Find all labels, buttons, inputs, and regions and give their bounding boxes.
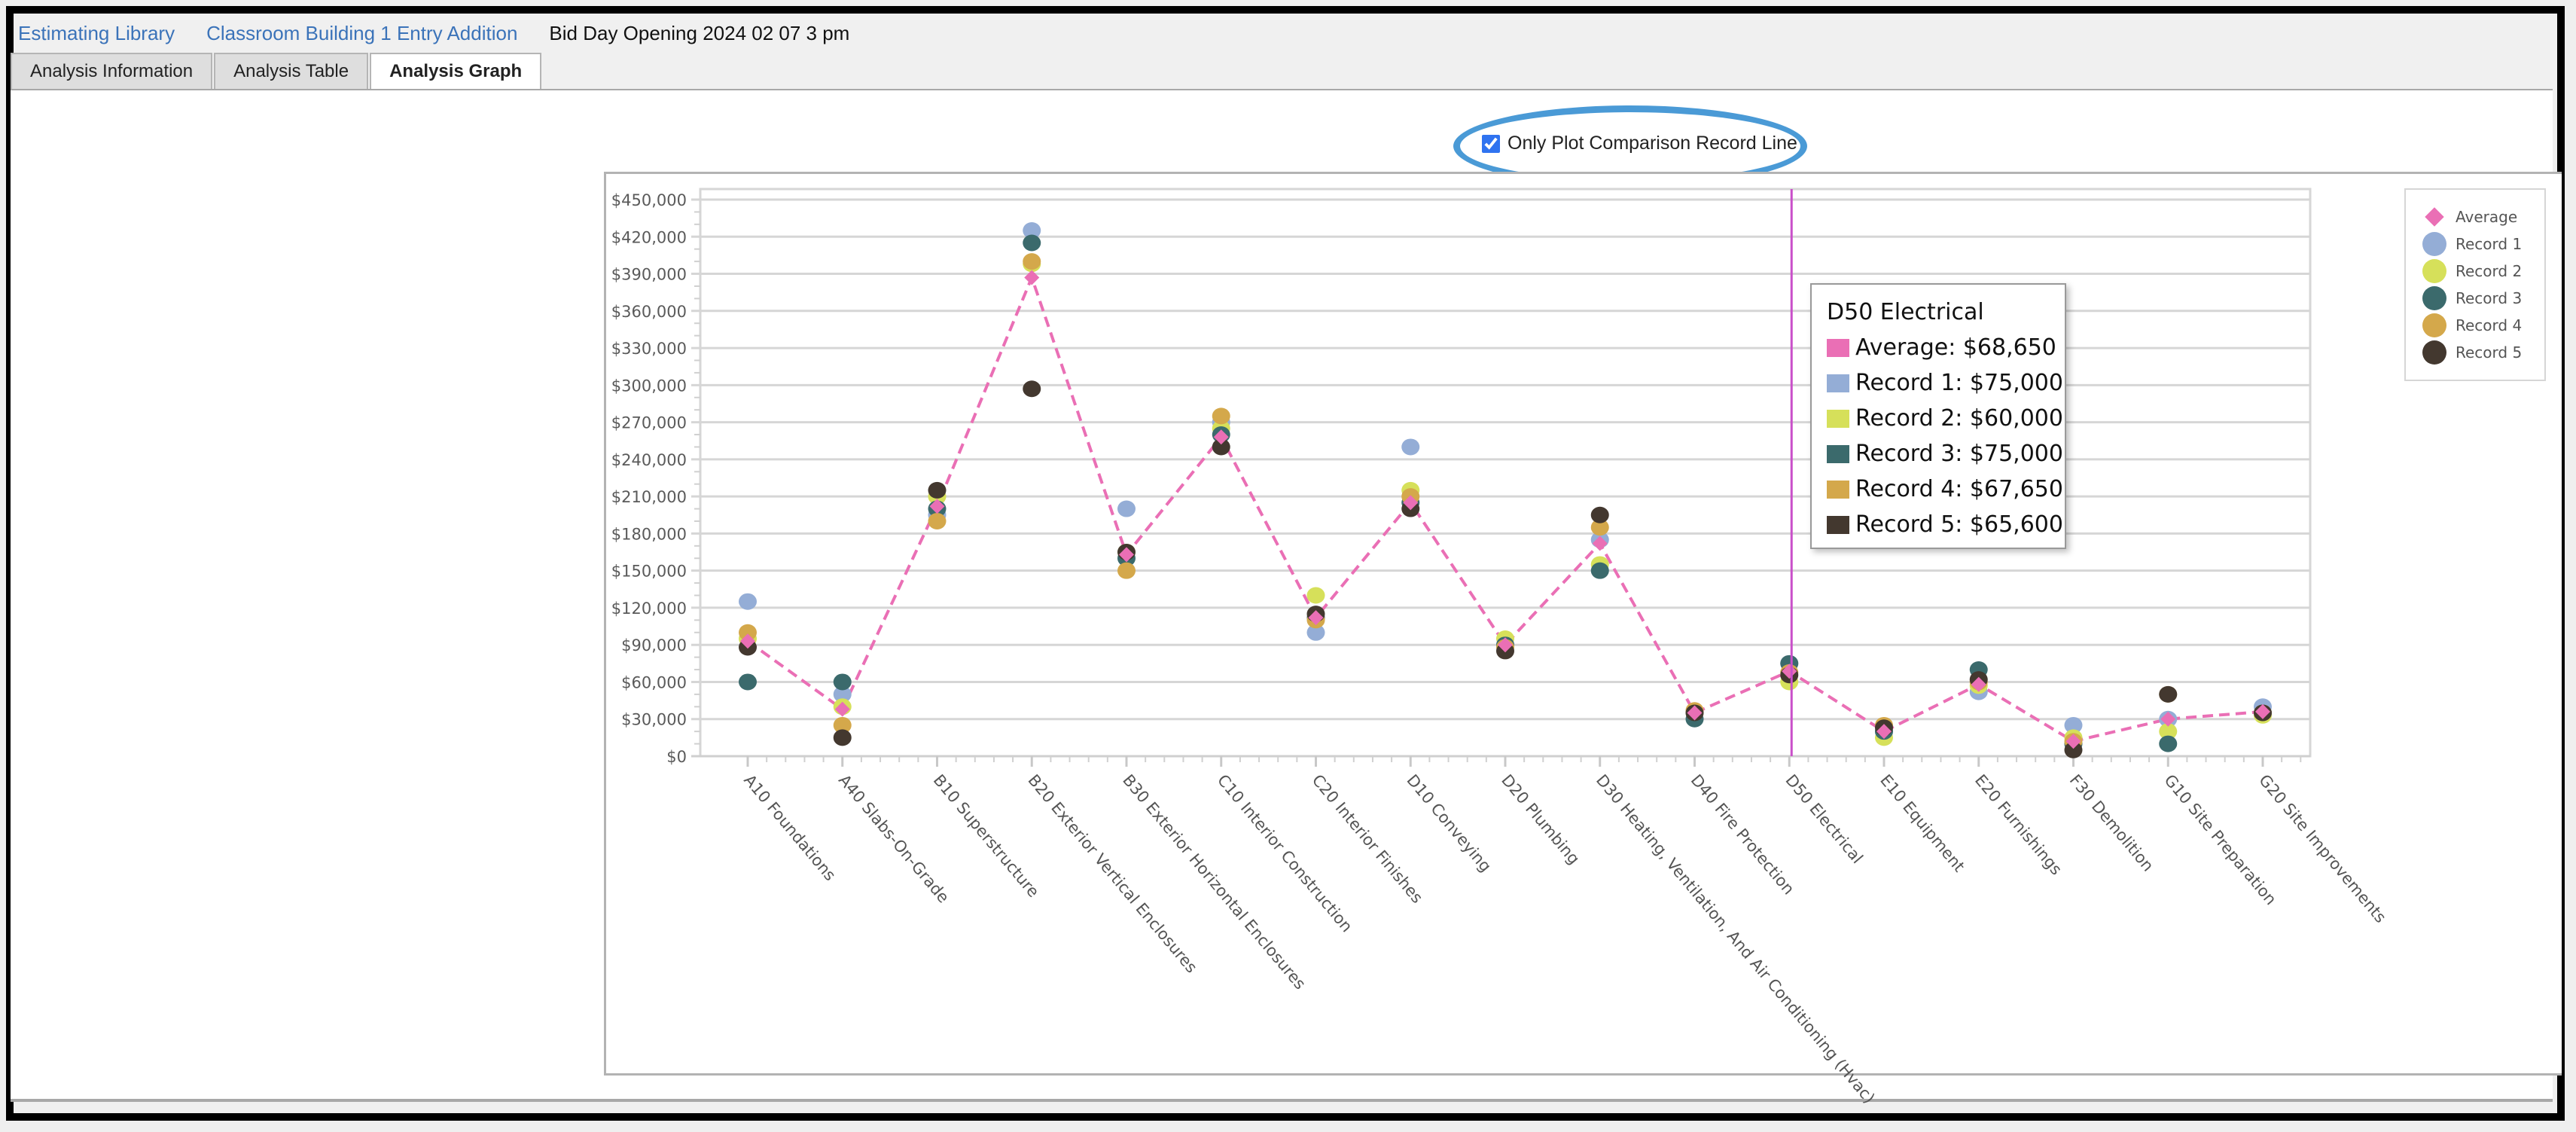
circle-marker-icon — [2422, 313, 2446, 337]
y-axis: $0 $30,000 $60,000 $90,000 $120,000 $150,000 $… — [611, 191, 700, 766]
y-tick-label: $30,000 — [621, 711, 687, 729]
color-swatch-icon — [1827, 409, 1849, 428]
tooltip-row-record-3: Record 3: $75,000 — [1827, 436, 2065, 471]
color-swatch-icon — [1827, 515, 1849, 534]
y-tick-label: $390,000 — [611, 266, 687, 284]
x-tick-label: D10 Conveying — [1403, 771, 1495, 875]
x-tick-label: G20 Site Improvements — [2255, 771, 2389, 926]
circle-marker-icon — [2422, 286, 2446, 310]
legend-item-record-2[interactable]: Record 2 — [2406, 258, 2544, 285]
circle-marker-icon — [2422, 340, 2446, 365]
x-tick-label: E10 Equipment — [1876, 771, 1968, 876]
y-tick-label: $240,000 — [611, 451, 687, 469]
hover-tooltip: D50 Electrical Average: $68,650 Record 1… — [1810, 283, 2066, 549]
data-point — [833, 673, 852, 691]
tooltip-value: Record 4: $67,650 — [1855, 476, 2063, 502]
y-tick-label: $450,000 — [611, 191, 687, 209]
x-tick-label: F30 Demolition — [2066, 771, 2157, 875]
legend-label: Record 3 — [2456, 289, 2523, 307]
x-tick-label: E20 Furnishings — [1971, 771, 2065, 879]
tooltip-value: Record 3: $75,000 — [1855, 441, 2063, 467]
legend-item-record-3[interactable]: Record 3 — [2406, 285, 2544, 312]
legend-label: Average — [2456, 208, 2518, 226]
color-swatch-icon — [1827, 444, 1849, 463]
x-tick-label: A10 Foundations — [740, 771, 839, 884]
data-point — [1401, 438, 1420, 456]
data-point — [1023, 234, 1041, 252]
tooltip-row-record-1: Record 1: $75,000 — [1827, 365, 2065, 401]
data-point — [1023, 380, 1041, 398]
legend-item-average[interactable]: Average — [2406, 203, 2544, 230]
data-point — [739, 593, 757, 610]
tooltip-value: Record 1: $75,000 — [1855, 370, 2063, 396]
tooltip-row-record-5: Record 5: $65,600 — [1827, 507, 2065, 542]
x-tick-label: C20 Interior Finishes — [1309, 771, 1427, 907]
data-point — [928, 481, 947, 499]
color-swatch-icon — [1827, 480, 1849, 499]
data-point — [1023, 253, 1041, 270]
average-point — [1024, 270, 1040, 285]
data-point — [1306, 587, 1325, 604]
x-tick-label: D40 Fire Protection — [1687, 771, 1798, 899]
x-tick-label: D50 Electrical — [1782, 771, 1866, 867]
tooltip-value: Average: $68,650 — [1855, 334, 2056, 361]
chart-legend: Average Record 1 Record 2 Record 3 Recor… — [2404, 188, 2546, 381]
tooltip-title: D50 Electrical — [1827, 299, 1984, 325]
x-tick-label: B10 Superstructure — [930, 771, 1043, 901]
data-point — [1117, 500, 1136, 517]
data-point — [1212, 407, 1230, 425]
tooltip-value: Record 2: $60,000 — [1855, 405, 2063, 432]
y-tick-label: $90,000 — [621, 636, 687, 654]
gridlines — [691, 188, 2312, 758]
legend-label: Record 1 — [2456, 235, 2523, 253]
y-tick-label: $300,000 — [611, 377, 687, 395]
data-point — [833, 729, 852, 746]
tooltip-row-average: Average: $68,650 — [1827, 330, 2065, 365]
data-point — [1117, 562, 1136, 579]
y-tick-label: $120,000 — [611, 600, 687, 618]
diamond-marker-icon — [2425, 207, 2444, 227]
y-tick-label: $150,000 — [611, 563, 687, 581]
analysis-chart[interactable]: $0 $30,000 $60,000 $90,000 $120,000 $150,000 $… — [0, 0, 2576, 1132]
y-tick-label: $60,000 — [621, 673, 687, 691]
color-swatch-icon — [1827, 374, 1849, 392]
y-tick-label: $210,000 — [611, 488, 687, 506]
data-point — [1590, 506, 1609, 523]
y-tick-label: $270,000 — [611, 414, 687, 432]
y-tick-label: $420,000 — [611, 228, 687, 246]
circle-marker-icon — [2422, 259, 2446, 283]
data-point — [2159, 735, 2178, 752]
color-swatch-icon — [1827, 338, 1849, 357]
tooltip-row-record-2: Record 2: $60,000 — [1827, 401, 2065, 436]
data-point — [2159, 685, 2178, 703]
x-tick-label: A40 Slabs-On-Grade — [835, 771, 953, 907]
y-tick-label: $330,000 — [611, 340, 687, 358]
y-tick-label: $360,000 — [611, 303, 687, 321]
data-point — [739, 673, 757, 691]
legend-label: Record 2 — [2456, 262, 2523, 280]
legend-label: Record 5 — [2456, 343, 2523, 362]
x-axis: A10 FoundationsA40 Slabs-On-GradeB10 Sup… — [740, 756, 2390, 1107]
x-tick-label: B20 Exterior Vertical Enclosures — [1024, 771, 1200, 977]
x-tick-label: G10 Site Preparation — [2160, 771, 2280, 908]
legend-item-record-1[interactable]: Record 1 — [2406, 230, 2544, 258]
legend-item-record-4[interactable]: Record 4 — [2406, 312, 2544, 339]
tooltip-value: Record 5: $65,600 — [1855, 511, 2063, 538]
data-point — [1590, 562, 1609, 579]
legend-label: Record 4 — [2456, 316, 2523, 334]
x-tick-label: D20 Plumbing — [1498, 771, 1583, 868]
circle-marker-icon — [2422, 232, 2446, 256]
data-point — [928, 512, 947, 529]
y-tick-label: $180,000 — [611, 525, 687, 543]
y-tick-label: $0 — [666, 748, 687, 766]
tooltip-row-record-4: Record 4: $67,650 — [1827, 471, 2065, 507]
x-tick-label: B30 Exterior Horizontal Enclosures — [1119, 771, 1309, 993]
legend-item-record-5[interactable]: Record 5 — [2406, 339, 2544, 366]
